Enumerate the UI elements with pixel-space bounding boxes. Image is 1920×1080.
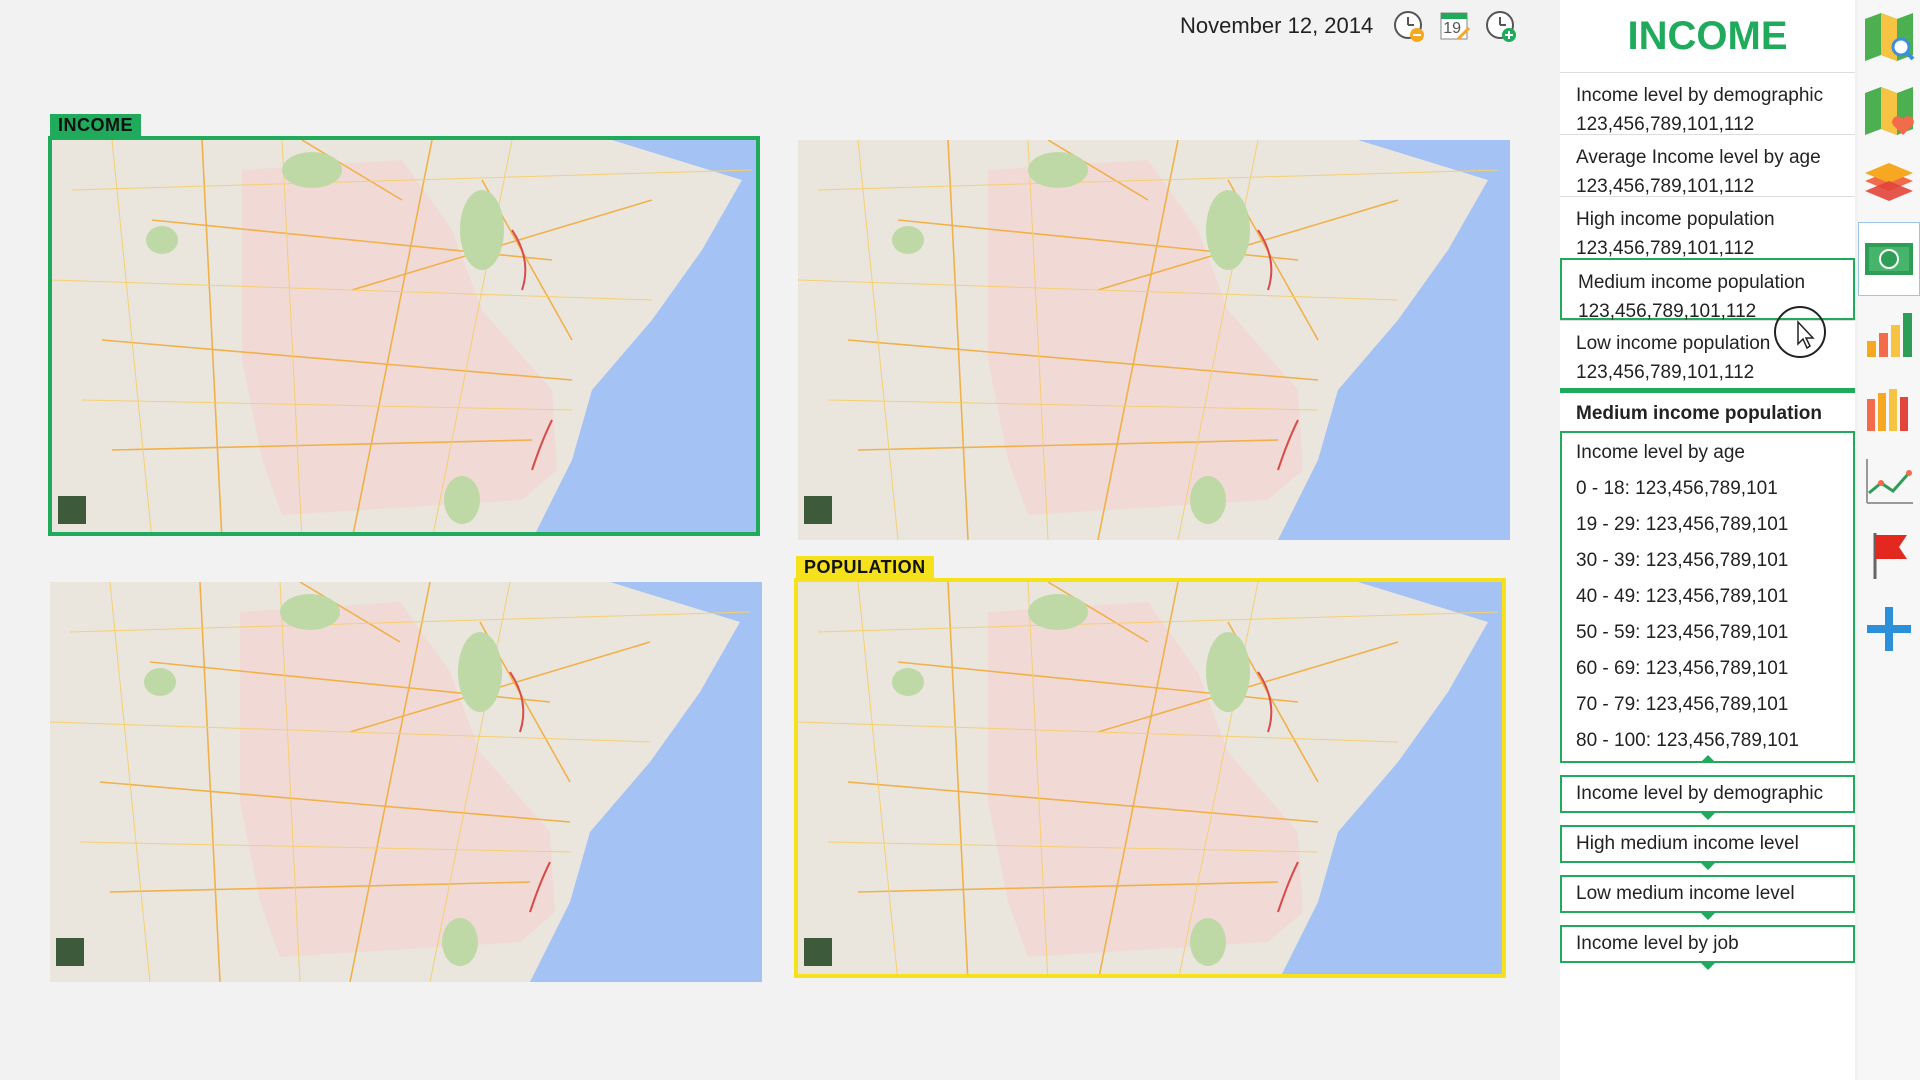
map-tag-population: POPULATION	[796, 556, 934, 579]
age-row: 70 - 79: 123,456,789,101	[1576, 694, 1789, 715]
rail-stacked-bar-chart[interactable]	[1858, 370, 1920, 444]
expand-caret-icon	[1699, 962, 1716, 970]
sidebar-title: INCOME	[1627, 13, 1788, 58]
rail-map-favorite[interactable]	[1858, 74, 1920, 148]
detail-title: Medium income population	[1576, 403, 1822, 424]
rail-line-chart[interactable]	[1858, 444, 1920, 518]
map-panel-population[interactable]	[794, 578, 1506, 978]
calendar-edit-icon[interactable]: 19	[1437, 8, 1473, 44]
flag-icon	[1873, 533, 1907, 579]
age-row: 0 - 18: 123,456,789,101	[1576, 478, 1778, 499]
accordion-label: High medium income level	[1576, 833, 1799, 854]
map-search-icon	[1865, 13, 1915, 61]
map-view[interactable]	[50, 582, 762, 982]
line-chart-icon	[1866, 459, 1913, 504]
cursor-indicator	[1774, 306, 1826, 358]
map-view[interactable]	[798, 582, 1506, 978]
metric-label: Average Income level by age	[1576, 147, 1821, 168]
accordion-label: Low medium income level	[1576, 883, 1795, 904]
stacked-bar-chart-icon	[1867, 389, 1908, 431]
current-date: November 12, 2014	[1180, 13, 1374, 38]
metric-value: 123,456,789,101,112	[1576, 362, 1755, 383]
accordion-low-medium[interactable]: Low medium income level	[1560, 875, 1855, 920]
rail-money[interactable]	[1858, 222, 1920, 296]
calendar-day: 19	[1443, 20, 1462, 37]
section-divider	[1560, 388, 1855, 393]
money-icon	[1865, 243, 1913, 275]
age-row: 60 - 69: 123,456,789,101	[1576, 658, 1789, 679]
collapse-caret-icon[interactable]	[1699, 755, 1716, 763]
metric-label: Medium income population	[1578, 272, 1806, 293]
clock-plus-icon[interactable]	[1483, 8, 1519, 44]
rail-bar-chart[interactable]	[1858, 296, 1920, 370]
age-breakdown-panel[interactable]: Income level by age 0 - 18: 123,456,789,…	[1560, 431, 1855, 763]
age-row: 50 - 59: 123,456,789,101	[1576, 622, 1789, 643]
rail-add[interactable]	[1858, 592, 1920, 666]
age-row: 40 - 49: 123,456,789,101	[1576, 586, 1789, 607]
info-sidebar: INCOME Income level by demographic 123,4…	[1560, 0, 1855, 1080]
tool-rail	[1858, 0, 1920, 1080]
top-bar: November 12, 2014 19	[1180, 8, 1560, 44]
metric-high-income[interactable]: High income population 123,456,789,101,1…	[1560, 196, 1855, 259]
rail-flag[interactable]	[1858, 518, 1920, 592]
layers-icon	[1865, 163, 1913, 201]
add-icon	[1867, 607, 1911, 651]
metric-demographic[interactable]: Income level by demographic 123,456,789,…	[1560, 72, 1855, 135]
rail-layers[interactable]	[1858, 148, 1920, 222]
accordion-label: Income level by demographic	[1576, 783, 1824, 804]
map-panel-top-right[interactable]	[798, 140, 1510, 540]
accordion-by-job[interactable]: Income level by job	[1560, 925, 1855, 970]
accordion-demographic[interactable]: Income level by demographic	[1560, 775, 1855, 820]
expand-caret-icon	[1699, 862, 1716, 870]
metric-average-by-age[interactable]: Average Income level by age 123,456,789,…	[1560, 134, 1855, 197]
expand-caret-icon	[1699, 812, 1716, 820]
age-row: 80 - 100: 123,456,789,101	[1576, 730, 1799, 751]
map-favorite-icon	[1865, 87, 1914, 135]
clock-minus-icon[interactable]	[1391, 8, 1427, 44]
map-view[interactable]	[798, 140, 1510, 540]
map-view[interactable]	[52, 140, 760, 536]
metric-label: Income level by demographic	[1576, 85, 1824, 106]
map-panel-bottom-left[interactable]	[50, 582, 762, 982]
metric-label: Low income population	[1576, 333, 1771, 354]
expand-caret-icon	[1699, 912, 1716, 920]
age-breakdown-heading: Income level by age	[1576, 442, 1745, 463]
rail-map-search[interactable]	[1858, 0, 1920, 74]
accordion-label: Income level by job	[1576, 933, 1739, 954]
bar-chart-icon	[1867, 313, 1912, 357]
accordion-high-medium[interactable]: High medium income level	[1560, 825, 1855, 870]
map-tag-income: INCOME	[50, 114, 141, 137]
metric-label: High income population	[1576, 209, 1775, 230]
age-row: 19 - 29: 123,456,789,101	[1576, 514, 1789, 535]
age-row: 30 - 39: 123,456,789,101	[1576, 550, 1789, 571]
map-panel-income[interactable]: INCOME	[48, 136, 760, 536]
